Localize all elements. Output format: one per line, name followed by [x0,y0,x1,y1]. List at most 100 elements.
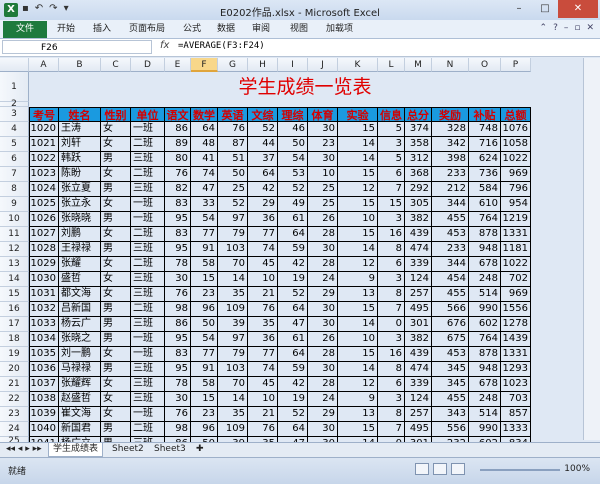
row-header-20[interactable]: 20 [0,362,29,377]
tab-insert[interactable]: 插入 [93,22,111,37]
normal-view-icon[interactable] [415,463,429,475]
data-cell[interactable]: 30 [308,122,338,137]
data-cell[interactable]: 35 [248,317,278,332]
data-cell[interactable]: 14 [338,242,378,257]
data-cell[interactable]: 602 [469,317,501,332]
workbook-restore-icon[interactable]: ▫ [574,23,580,33]
data-cell[interactable]: 14 [218,272,248,287]
data-cell[interactable]: 97 [218,332,248,347]
data-cell[interactable]: 77 [248,347,278,362]
data-cell[interactable]: 39 [218,317,248,332]
data-cell[interactable]: 42 [278,257,308,272]
data-cell[interactable]: 10 [248,392,278,407]
data-cell[interactable]: 23 [308,137,338,152]
header-cell[interactable]: 语文 [165,107,191,122]
data-cell[interactable]: 赵盛哲 [59,392,101,407]
data-cell[interactable]: 495 [405,302,432,317]
data-cell[interactable]: 男 [101,302,131,317]
header-cell[interactable]: 考号 [29,107,59,122]
data-cell[interactable]: 15 [338,197,378,212]
data-cell[interactable]: 675 [432,332,469,347]
data-cell[interactable]: 64 [248,167,278,182]
data-cell[interactable]: 678 [469,377,501,392]
data-cell[interactable]: 10 [338,212,378,227]
data-cell[interactable]: 64 [278,227,308,242]
data-cell[interactable]: 3 [378,137,405,152]
data-cell[interactable]: 1022 [501,257,531,272]
data-cell[interactable]: 5 [378,152,405,167]
data-cell[interactable]: 9 [338,272,378,287]
data-cell[interactable]: 52 [248,122,278,137]
data-cell[interactable]: 女 [101,287,131,302]
data-cell[interactable]: 1037 [29,377,59,392]
row-header-23[interactable]: 23 [0,407,29,422]
data-cell[interactable]: 12 [338,182,378,197]
data-cell[interactable]: 857 [501,407,531,422]
row-header-3[interactable]: 3 [0,107,29,122]
data-cell[interactable]: 15 [338,122,378,137]
data-cell[interactable]: 292 [405,182,432,197]
data-cell[interactable]: 30 [308,362,338,377]
data-cell[interactable]: 42 [248,182,278,197]
data-cell[interactable]: 7 [378,422,405,437]
data-cell[interactable]: 969 [501,287,531,302]
close-button[interactable]: ✕ [558,0,598,18]
header-cell[interactable]: 姓名 [59,107,101,122]
data-cell[interactable]: 990 [469,302,501,317]
row-header-19[interactable]: 19 [0,347,29,362]
data-cell[interactable]: 杨云广 [59,317,101,332]
column-header-f[interactable]: F [191,58,218,72]
data-cell[interactable]: 95 [165,332,191,347]
sheet-title[interactable]: 学生成绩一览表 [29,72,581,102]
data-cell[interactable]: 三班 [131,362,165,377]
data-cell[interactable]: 58 [191,257,218,272]
data-cell[interactable]: 三班 [131,377,165,392]
row-header-8[interactable]: 8 [0,182,29,197]
data-cell[interactable]: 103 [218,242,248,257]
tab-home[interactable]: 开始 [57,22,75,37]
data-cell[interactable]: 女 [101,257,131,272]
data-cell[interactable]: 女 [101,272,131,287]
data-cell[interactable]: 王禄禄 [59,242,101,257]
data-cell[interactable]: 74 [248,362,278,377]
data-cell[interactable]: 二班 [131,227,165,242]
data-cell[interactable]: 64 [191,122,218,137]
data-cell[interactable]: 78 [165,257,191,272]
data-cell[interactable]: 张晓晓 [59,212,101,227]
data-cell[interactable]: 12 [338,257,378,272]
data-cell[interactable]: 男 [101,317,131,332]
data-cell[interactable]: 45 [248,377,278,392]
column-header-p[interactable]: P [501,58,531,72]
data-cell[interactable]: 马禄禄 [59,362,101,377]
data-cell[interactable]: 1038 [29,392,59,407]
select-all-corner[interactable] [0,58,29,72]
workbook-minimize-icon[interactable]: – [564,23,569,33]
header-cell[interactable]: 奖励 [432,107,469,122]
data-cell[interactable]: 41 [191,152,218,167]
data-cell[interactable]: 233 [432,167,469,182]
data-cell[interactable]: 76 [165,167,191,182]
data-cell[interactable]: 79 [218,347,248,362]
sheet-tab-3[interactable]: Sheet3 [150,443,190,456]
data-cell[interactable]: 474 [405,242,432,257]
data-cell[interactable]: 21 [248,407,278,422]
data-cell[interactable]: 514 [469,287,501,302]
data-cell[interactable]: 8 [378,407,405,422]
data-cell[interactable]: 70 [218,257,248,272]
data-cell[interactable]: 15 [338,302,378,317]
data-cell[interactable]: 439 [405,347,432,362]
data-cell[interactable]: 301 [405,317,432,332]
column-header-d[interactable]: D [131,58,165,72]
data-cell[interactable]: 1026 [29,212,59,227]
data-cell[interactable]: 王涛 [59,122,101,137]
data-cell[interactable]: 454 [432,272,469,287]
row-header-11[interactable]: 11 [0,227,29,242]
data-cell[interactable]: 124 [405,272,432,287]
row-header-12[interactable]: 12 [0,242,29,257]
data-cell[interactable]: 37 [248,152,278,167]
data-cell[interactable]: 358 [405,137,432,152]
page-break-view-icon[interactable] [451,463,465,475]
data-cell[interactable]: 3 [378,392,405,407]
data-cell[interactable]: 一班 [131,212,165,227]
data-cell[interactable]: 28 [308,227,338,242]
